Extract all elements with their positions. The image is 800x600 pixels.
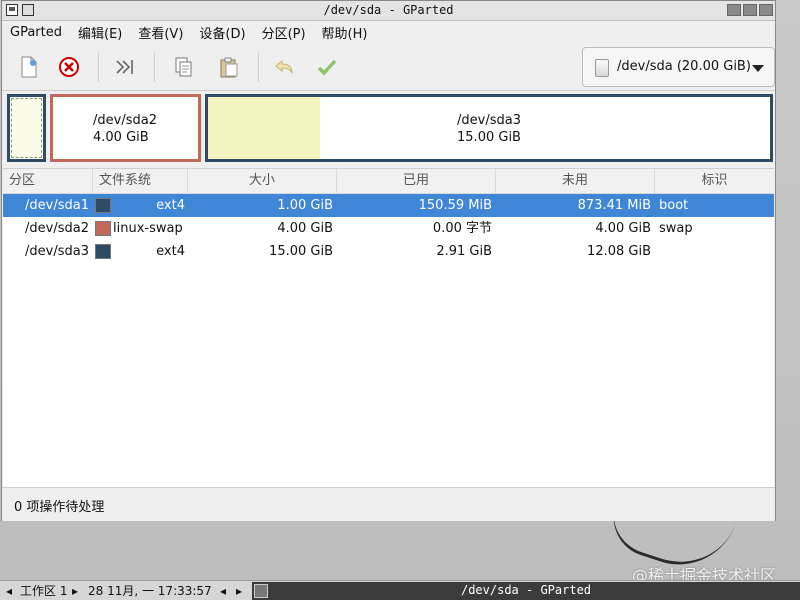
new-partition-button[interactable] [14, 52, 44, 82]
partition-map-sda3-size: 15.00 GiB [457, 130, 521, 145]
row-partition: /dev/sda2 [25, 221, 89, 236]
paste-icon [220, 57, 238, 78]
partition-table: 分区 文件系统 大小 已用 未用 标识 /dev/sda1 ext4 1.00 … [3, 168, 774, 487]
column-header-partition[interactable]: 分区 [3, 169, 93, 193]
taskbar-clock: 28 11月, 一 17:33:57 [88, 584, 212, 598]
row-filesystem: ext4 [156, 198, 185, 213]
undo-button[interactable] [270, 52, 300, 82]
partition-map-sda3[interactable]: /dev/sda3 15.00 GiB [205, 94, 773, 162]
row-flags: boot [659, 198, 689, 213]
column-header-size[interactable]: 大小 [188, 169, 337, 193]
toolbar-separator [154, 52, 155, 82]
column-header-unused[interactable]: 未用 [496, 169, 655, 193]
menu-edit[interactable]: 编辑(E) [70, 23, 130, 42]
device-selector[interactable]: /dev/sda (20.00 GiB) [582, 47, 775, 87]
menu-bar: GParted 编辑(E) 查看(V) 设备(D) 分区(P) 帮助(H) [2, 21, 775, 43]
column-header-flags[interactable]: 标识 [655, 169, 774, 193]
menu-device[interactable]: 设备(D) [191, 23, 253, 42]
row-unused: 873.41 MiB [577, 198, 651, 213]
delete-partition-button[interactable] [54, 52, 84, 82]
row-size: 4.00 GiB [277, 221, 333, 236]
table-row[interactable]: /dev/sda1 ext4 1.00 GiB 150.59 MiB 873.4… [3, 194, 774, 217]
apply-button[interactable] [312, 52, 342, 82]
filesystem-color-swatch [95, 221, 111, 236]
menu-gparted[interactable]: GParted [2, 25, 70, 40]
column-header-filesystem[interactable]: 文件系统 [93, 169, 188, 193]
row-filesystem: ext4 [156, 244, 185, 259]
device-selector-label: /dev/sda (20.00 GiB) [617, 59, 751, 74]
row-size: 1.00 GiB [277, 198, 333, 213]
toolbar-separator [98, 52, 99, 82]
taskbar-right-arrow-icon[interactable]: ▸ [72, 583, 78, 599]
row-partition: /dev/sda1 [25, 198, 89, 213]
close-button[interactable] [759, 4, 773, 16]
status-bar: 0 项操作待处理 [2, 487, 775, 521]
menu-partition[interactable]: 分区(P) [254, 23, 314, 42]
taskbar-active-window-title: /dev/sda - GParted [460, 583, 592, 597]
minimize-button[interactable] [727, 4, 741, 16]
menu-help[interactable]: 帮助(H) [314, 23, 376, 42]
title-bar[interactable]: /dev/sda - GParted [2, 1, 775, 21]
apply-icon [317, 59, 337, 76]
row-partition: /dev/sda3 [25, 244, 89, 259]
row-size: 15.00 GiB [269, 244, 333, 259]
undo-icon [275, 59, 293, 74]
column-header-used[interactable]: 已用 [337, 169, 496, 193]
partition-map-sda1[interactable] [7, 94, 46, 162]
paste-button[interactable] [214, 52, 244, 82]
resize-move-icon [116, 60, 133, 74]
row-used: 2.91 GiB [436, 244, 492, 259]
pending-operations-status: 0 项操作待处理 [14, 500, 105, 515]
copy-button[interactable] [168, 52, 198, 82]
row-flags: swap [659, 221, 693, 236]
chevron-down-icon [752, 65, 764, 72]
copy-icon [175, 57, 192, 77]
menu-view[interactable]: 查看(V) [130, 23, 191, 42]
row-used: 150.59 MiB [418, 198, 492, 213]
maximize-button[interactable] [743, 4, 757, 16]
taskbar-active-window[interactable]: /dev/sda - GParted [252, 582, 800, 600]
table-header: 分区 文件系统 大小 已用 未用 标识 [3, 169, 774, 194]
row-unused: 12.08 GiB [587, 244, 651, 259]
toolbar: /dev/sda (20.00 GiB) [2, 44, 775, 91]
window-controls [727, 4, 773, 16]
table-row[interactable]: /dev/sda3 ext4 15.00 GiB 2.91 GiB 12.08 … [3, 240, 774, 263]
partition-map-sda3-used [208, 97, 321, 159]
toolbar-separator [258, 52, 259, 82]
filesystem-color-swatch [95, 244, 111, 259]
filesystem-color-swatch [95, 198, 111, 213]
workspace-label[interactable]: 工作区 1 [20, 583, 67, 599]
taskbar-left-arrow-icon[interactable]: ◂ [6, 583, 12, 599]
taskbar-next-icon[interactable]: ▸ [236, 583, 242, 599]
table-row[interactable]: /dev/sda2 linux-swap 4.00 GiB 0.00 字节 4.… [3, 217, 774, 240]
partition-map-sda2[interactable]: /dev/sda2 4.00 GiB [50, 94, 201, 162]
delete-icon [59, 57, 79, 77]
partition-map-sda3-name: /dev/sda3 [457, 113, 521, 128]
window-title: /dev/sda - GParted [323, 3, 454, 17]
new-partition-icon [21, 56, 37, 78]
row-filesystem: linux-swap [113, 221, 183, 236]
taskbar: ◂ 工作区 1 ▸ 28 11月, 一 17:33:57 ◂ ▸ /dev/sd… [0, 580, 800, 600]
row-unused: 4.00 GiB [595, 221, 651, 236]
taskbar-prev-icon[interactable]: ◂ [220, 583, 226, 599]
resize-move-button[interactable] [110, 52, 140, 82]
disk-icon [595, 59, 609, 77]
gparted-window: /dev/sda - GParted GParted 编辑(E) 查看(V) 设… [1, 0, 776, 521]
row-used: 0.00 字节 [432, 221, 492, 236]
partition-map: /dev/sda2 4.00 GiB /dev/sda3 15.00 GiB [2, 91, 775, 167]
